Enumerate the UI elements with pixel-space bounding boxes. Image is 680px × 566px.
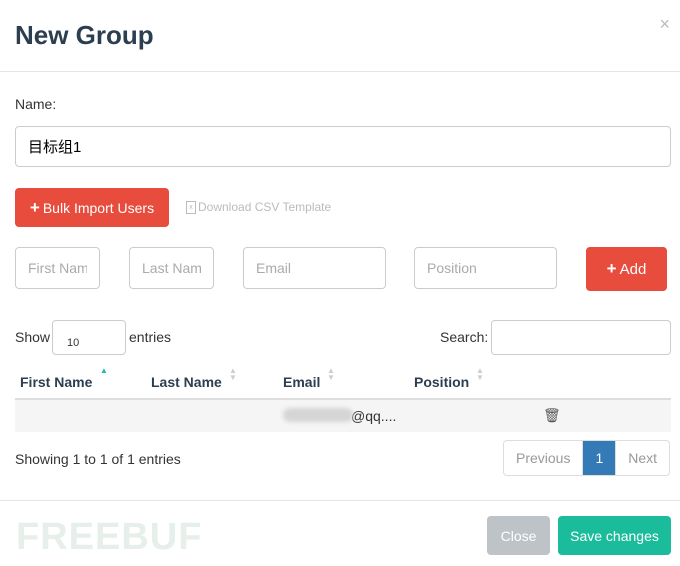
table-row: @qq.... 🗑 [15, 400, 671, 432]
save-changes-button[interactable]: Save changes [558, 516, 671, 555]
email-text: @qq.... [351, 408, 397, 424]
sort-icon: ▲ ▼ [476, 366, 484, 382]
page-length-select[interactable]: 10 [52, 320, 126, 355]
column-position[interactable]: Position [414, 374, 469, 390]
add-button[interactable]: + Add [586, 247, 667, 291]
group-name-input[interactable] [15, 126, 671, 167]
column-last-name[interactable]: Last Name [151, 374, 222, 390]
pagination: Previous 1 Next [503, 440, 671, 476]
download-csv-link[interactable]: x Download CSV Template [186, 200, 331, 214]
sort-icon: ▲ ▼ [327, 366, 335, 382]
file-excel-icon: x [186, 200, 196, 214]
position-input[interactable] [414, 247, 557, 289]
bulk-import-button[interactable]: + Bulk Import Users [15, 188, 169, 227]
search-input[interactable] [491, 320, 671, 355]
plus-icon: + [29, 197, 40, 217]
search-label: Search: [440, 329, 489, 345]
first-name-input[interactable] [15, 247, 100, 289]
entries-label: entries [129, 329, 172, 345]
next-button[interactable]: Next [616, 441, 669, 475]
name-label: Name: [15, 96, 57, 112]
download-csv-label: Download CSV Template [198, 200, 332, 214]
plus-icon: + [606, 259, 617, 278]
close-button[interactable]: Close [487, 516, 550, 555]
page-1-button[interactable]: 1 [582, 441, 617, 475]
table-info: Showing 1 to 1 of 1 entries [15, 451, 181, 467]
add-label: Add [619, 260, 647, 278]
watermark-logo: FREEBUF [16, 516, 203, 558]
redacted-text [283, 408, 353, 422]
show-label: Show [15, 329, 51, 345]
sort-icon: ▲ ▼ [229, 366, 237, 382]
last-name-input[interactable] [129, 247, 214, 289]
bulk-import-label: Bulk Import Users [42, 199, 155, 216]
sort-asc-icon: ▲ [100, 366, 108, 375]
column-first-name[interactable]: First Name [20, 374, 92, 390]
column-email[interactable]: Email [283, 374, 320, 390]
close-icon[interactable]: × [659, 14, 670, 35]
modal-header: New Group × [0, 0, 680, 72]
previous-button[interactable]: Previous [504, 441, 582, 475]
email-input[interactable] [243, 247, 386, 289]
trash-icon[interactable]: 🗑 [543, 407, 561, 424]
email-cell: @qq.... [283, 408, 396, 424]
modal-title: New Group [15, 20, 154, 50]
